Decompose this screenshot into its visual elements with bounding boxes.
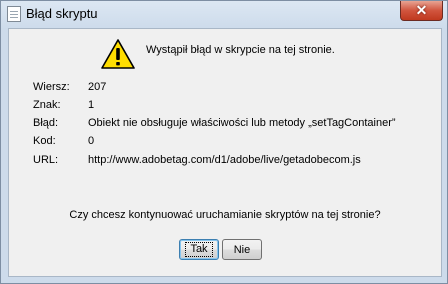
title-bar[interactable]: Błąd skryptu ✕ (1, 1, 447, 27)
code-value: 0 (88, 135, 95, 147)
script-error-dialog: Błąd skryptu ✕ Wystąpił błąd w skrypcie … (0, 0, 448, 284)
code-label: Kod: (33, 135, 56, 147)
continue-question: Czy chcesz kontynuować uruchamianie skry… (69, 209, 381, 221)
yes-button-label: Tak (185, 242, 213, 257)
close-button[interactable]: ✕ (400, 1, 443, 21)
error-message: Wystąpił błąd w skrypcie na tej stronie. (146, 44, 335, 56)
no-button[interactable]: Nie (222, 239, 262, 260)
close-icon: ✕ (415, 2, 428, 18)
no-button-label: Nie (233, 243, 251, 256)
char-value: 1 (88, 99, 95, 111)
document-icon (7, 6, 21, 22)
url-value: http://www.adobetag.com/d1/adobe/live/ge… (88, 154, 361, 166)
dialog-body: Wystąpił błąd w skrypcie na tej stronie.… (8, 28, 442, 277)
url-label: URL: (33, 154, 59, 166)
char-label: Znak: (33, 99, 61, 111)
error-label: Błąd: (33, 117, 59, 129)
error-value: Obiekt nie obsługuje właściwości lub met… (88, 117, 396, 129)
window-title: Błąd skryptu (26, 6, 98, 21)
line-label: Wiersz: (33, 81, 70, 93)
line-value: 207 (88, 81, 107, 93)
yes-button[interactable]: Tak (179, 239, 219, 260)
warning-icon (101, 39, 135, 69)
